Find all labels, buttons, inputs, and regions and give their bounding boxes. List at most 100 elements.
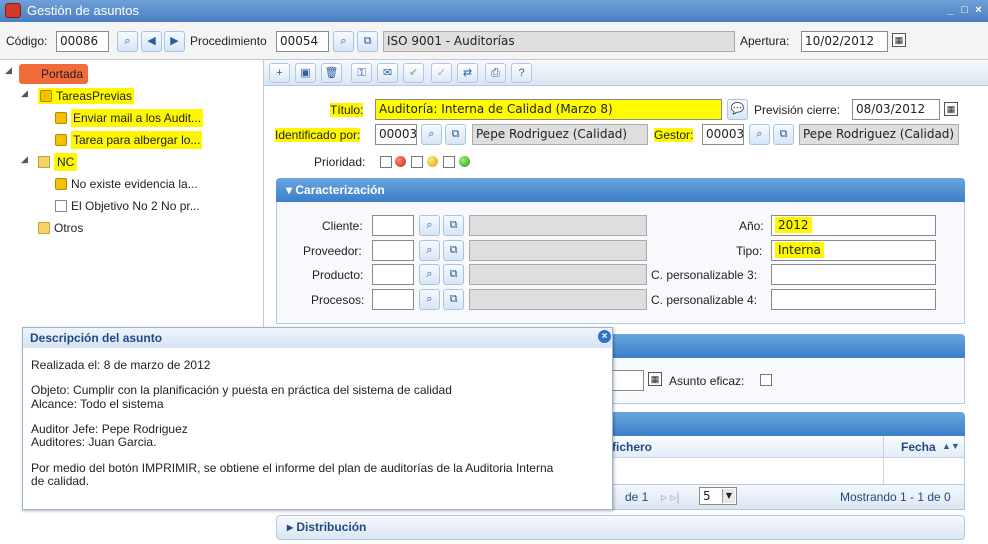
gestor-code-field[interactable]: 00003 — [702, 124, 744, 145]
cp3-field[interactable] — [771, 264, 936, 285]
search-icon[interactable]: ⌕ — [749, 124, 770, 145]
tipo-field[interactable]: Interna — [771, 240, 936, 261]
tree-item-objetivo[interactable]: El Objetivo No 2 No pr... — [55, 196, 200, 216]
codigo-label: Código: — [6, 34, 48, 48]
minimize-icon[interactable]: _ — [945, 5, 956, 16]
apertura-label: Apertura: — [740, 34, 790, 48]
page-size-select[interactable]: 5 ▼ — [699, 487, 737, 505]
fichero-column-header[interactable]: fichero — [612, 440, 652, 454]
close-icon[interactable]: × — [598, 330, 611, 343]
mail-icon[interactable]: ✉ — [377, 63, 398, 83]
cp3-label: C. personalizable 3: — [651, 268, 758, 282]
search-icon[interactable]: ⌕ — [117, 31, 138, 52]
page-of-label: de 1 — [625, 490, 649, 504]
open-icon[interactable]: ⧉ — [773, 124, 794, 145]
search-icon[interactable]: ⌕ — [333, 31, 354, 52]
yellow-dot-icon — [427, 156, 438, 167]
priority-low-checkbox[interactable] — [443, 156, 455, 168]
titulo-field[interactable]: Auditoría: Interna de Calidad (Marzo 8) — [375, 99, 722, 120]
priority-high-checkbox[interactable] — [380, 156, 392, 168]
producto-name-field — [469, 264, 647, 285]
producto-field[interactable] — [372, 264, 414, 285]
titulo-label: Título: — [330, 103, 364, 117]
search-icon[interactable]: ⌕ — [419, 240, 440, 261]
prev-icon[interactable]: ◀ — [141, 31, 162, 52]
priority-medium-checkbox[interactable] — [411, 156, 423, 168]
cp4-label: C. personalizable 4: — [651, 293, 758, 307]
open-icon[interactable]: ⧉ — [445, 124, 466, 145]
open-icon[interactable]: ⧉ — [443, 289, 464, 310]
tree-item-tarea-albergar[interactable]: Tarea para albergar lo... — [55, 130, 203, 150]
next-page-icon[interactable]: ▹ ▹| — [661, 490, 680, 504]
collapse-icon[interactable]: ◢ — [5, 65, 12, 76]
lock-icon — [55, 178, 67, 190]
lock-icon[interactable]: ⚿ — [351, 63, 372, 83]
open-icon[interactable]: ⧉ — [443, 264, 464, 285]
tipo-label: Tipo: — [736, 244, 763, 258]
lock-icon — [40, 90, 52, 102]
print-icon[interactable]: ⎙ — [485, 63, 506, 83]
search-icon[interactable]: ⌕ — [421, 124, 442, 145]
apertura-field[interactable]: 10/02/2012 — [801, 31, 888, 52]
close-icon[interactable]: × — [973, 5, 984, 16]
popup-title: Descripción del asunto — [23, 328, 612, 348]
prevision-field[interactable]: 08/03/2012 — [852, 99, 940, 120]
tree-item-tareasprevias[interactable]: TareasPrevias — [38, 86, 135, 106]
anio-field[interactable]: 2012 — [771, 215, 936, 236]
document-icon — [55, 200, 67, 212]
popup-line: Objeto: Cumplir con la planificación y p… — [31, 383, 452, 397]
collapse-icon[interactable]: ◢ — [21, 88, 28, 99]
procedimiento-name-field: ISO 9001 - Auditorías — [383, 31, 735, 52]
sort-icon[interactable]: ▲▼ — [942, 441, 960, 451]
proveedor-name-field — [469, 240, 647, 261]
cliente-label: Cliente: — [322, 219, 363, 233]
collapse-icon[interactable]: ◢ — [21, 154, 28, 165]
caracterizacion-header[interactable]: ▾ Caracterización — [276, 178, 965, 202]
cp4-field[interactable] — [771, 289, 936, 310]
check-icon[interactable]: ✓ — [431, 63, 452, 83]
cliente-field[interactable] — [372, 215, 414, 236]
approve-icon[interactable]: ✔ — [403, 63, 424, 83]
tree-item-enviar-mail[interactable]: Enviar mail a los Audit... — [55, 108, 204, 128]
delete-icon[interactable]: 🗑 — [321, 63, 342, 83]
calendar-icon[interactable]: ▦ — [892, 33, 906, 47]
open-icon[interactable]: ⧉ — [357, 31, 378, 52]
tree-item-nc[interactable]: NC — [38, 152, 78, 172]
search-icon[interactable]: ⌕ — [419, 264, 440, 285]
popup-line: Por medio del botón IMPRIMIR, se obtiene… — [31, 461, 554, 475]
open-icon[interactable]: ⧉ — [443, 215, 464, 236]
comment-icon[interactable]: 💬 — [727, 99, 748, 120]
add-icon[interactable]: + — [269, 63, 290, 83]
maximize-icon[interactable]: □ — [959, 5, 970, 16]
tree-item-otros[interactable]: Otros — [38, 218, 83, 238]
codigo-field[interactable]: 00086 — [56, 31, 109, 52]
chevron-down-icon: ▼ — [722, 489, 735, 503]
calendar-icon[interactable]: ▦ — [944, 102, 958, 116]
cliente-name-field — [469, 215, 647, 236]
open-icon[interactable]: ⧉ — [443, 240, 464, 261]
procesos-field[interactable] — [372, 289, 414, 310]
eficaz-checkbox[interactable] — [760, 374, 772, 386]
procedimiento-code-field[interactable]: 00054 — [276, 31, 329, 52]
popup-line: Auditores: Juan Garcia. — [31, 435, 157, 449]
tree-root-portada[interactable]: Portada — [19, 64, 88, 84]
lock-icon — [55, 112, 67, 124]
procesos-name-field — [469, 289, 647, 310]
next-icon[interactable]: ▶ — [164, 31, 185, 52]
gestor-name-field: Pepe Rodriguez (Calidad) — [799, 124, 959, 145]
fecha-column-header[interactable]: Fecha — [901, 440, 936, 454]
identificado-label: Identificado por: — [275, 128, 361, 142]
tree-item-no-existe[interactable]: No existe evidencia la... — [55, 174, 198, 194]
app-icon — [5, 3, 21, 18]
proveedor-field[interactable] — [372, 240, 414, 261]
calendar-icon[interactable]: ▦ — [648, 372, 662, 386]
identificado-code-field[interactable]: 00003 — [375, 124, 417, 145]
help-icon[interactable]: ? — [511, 63, 532, 83]
save-icon[interactable]: ▣ — [295, 63, 316, 83]
distribucion-header[interactable]: ▸ Distribución — [276, 515, 965, 540]
producto-label: Producto: — [312, 268, 364, 282]
transfer-icon[interactable]: ⇄ — [457, 63, 478, 83]
search-icon[interactable]: ⌕ — [419, 215, 440, 236]
search-icon[interactable]: ⌕ — [419, 289, 440, 310]
window-titlebar: Gestión de asuntos _ □ × — [0, 0, 988, 22]
